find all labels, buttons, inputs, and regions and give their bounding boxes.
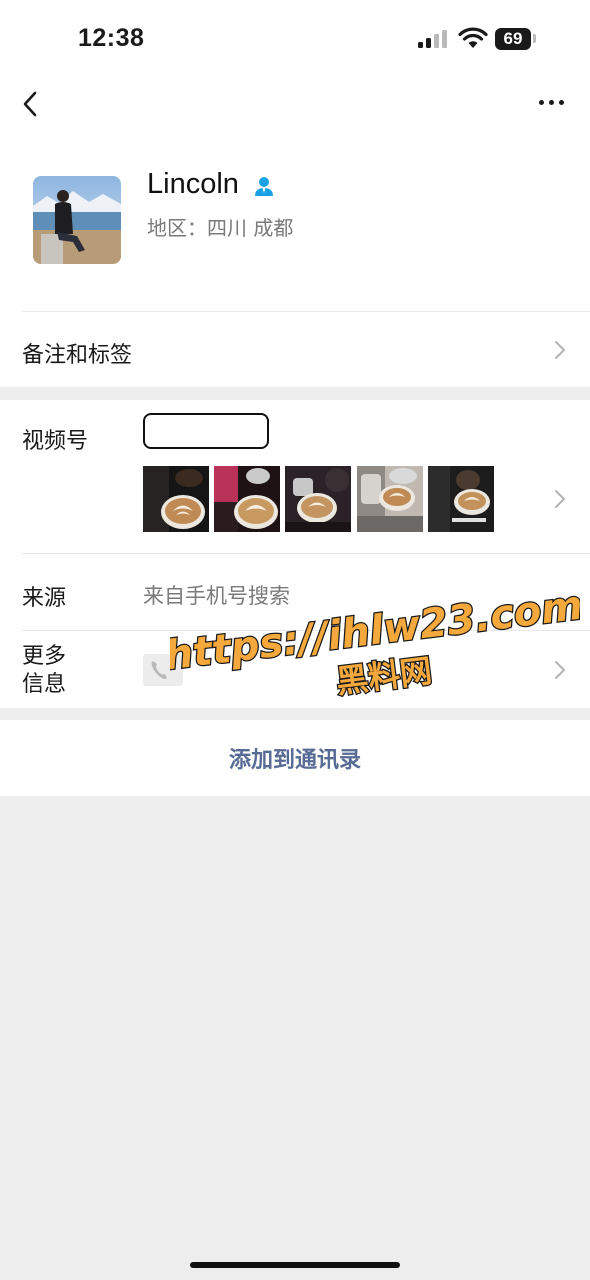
section-gap xyxy=(0,387,590,400)
status-time: 12:38 xyxy=(78,24,145,52)
avatar-photo xyxy=(33,176,121,264)
latte-art-image xyxy=(357,466,423,532)
more-icon[interactable] xyxy=(535,90,567,114)
battery-tip xyxy=(533,34,536,43)
more-info-label: 更多 信息 xyxy=(22,644,67,697)
remarks-tags-label: 备注和标签 xyxy=(22,343,133,368)
signal-icon xyxy=(418,30,450,48)
channel-thumbnail[interactable] xyxy=(357,466,423,532)
contact-region: 地区：四川 成都 xyxy=(147,216,294,240)
latte-art-image xyxy=(214,466,280,532)
add-to-contacts-button[interactable]: 添加到通讯录 xyxy=(0,742,590,774)
back-chevron-icon[interactable] xyxy=(18,88,48,120)
latte-art-image xyxy=(285,466,351,532)
channel-name-box xyxy=(143,413,269,449)
latte-art-image xyxy=(428,466,494,532)
chevron-right-icon xyxy=(555,341,565,359)
channel-thumbnail[interactable] xyxy=(214,466,280,532)
remarks-tags-row[interactable]: 备注和标签 xyxy=(0,312,590,387)
contact-person-icon xyxy=(255,177,273,196)
watermark-name: 黑料网 xyxy=(334,651,434,698)
source-label: 来源 xyxy=(22,586,67,611)
latte-art-image xyxy=(143,466,209,532)
channel-thumbnail[interactable] xyxy=(428,466,494,532)
battery-icon: 69 xyxy=(495,28,531,50)
channel-thumbnail[interactable] xyxy=(143,466,209,532)
channel-thumbnail[interactable] xyxy=(285,466,351,532)
channels-label: 视频号 xyxy=(22,429,89,454)
home-indicator[interactable] xyxy=(190,1262,400,1268)
contact-name: Lincoln xyxy=(147,168,239,200)
watermark: https://ihlw23.com 黑料网 xyxy=(170,588,580,698)
wifi-icon xyxy=(458,27,488,48)
section-gap xyxy=(0,708,590,720)
chevron-right-icon xyxy=(555,490,565,508)
avatar[interactable] xyxy=(33,176,121,264)
